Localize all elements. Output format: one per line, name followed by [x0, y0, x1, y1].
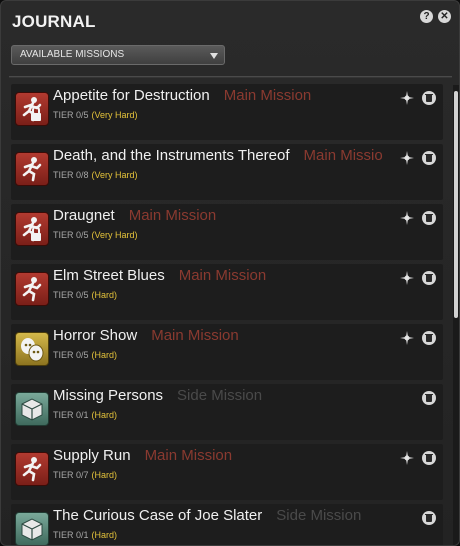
runner-glyph: [22, 457, 42, 482]
mission-difficulty: (Hard): [91, 290, 118, 300]
journal-title: JOURNAL: [12, 12, 96, 31]
mission-name: Horror Show Main Mission: [53, 327, 239, 344]
mission-title: Horror Show: [53, 327, 138, 344]
mission-tier-label: TIER 0/1: [53, 530, 89, 540]
side-mission-icon: [15, 512, 49, 545]
mission-name: Draugnet Main Mission: [53, 207, 216, 224]
mission-difficulty: (Very Hard): [91, 170, 138, 180]
track-mission-icon[interactable]: [399, 150, 415, 166]
mission-tier: TIER 0/5 (Very Hard): [53, 230, 138, 240]
mission-row[interactable]: Supply Run Main Mission TIER 0/7 (Hard): [11, 444, 443, 500]
runner-glyph: [22, 277, 42, 302]
abandon-mission-icon[interactable]: [422, 331, 436, 345]
lock-glyph: [31, 106, 41, 121]
main-mission-icon: [15, 452, 49, 486]
mission-type: Side Mission: [177, 387, 263, 404]
mission-title: Missing Persons: [53, 387, 164, 404]
side-mission-icon: [15, 392, 49, 426]
mission-filter-dropdown[interactable]: AVAILABLE MISSIONS: [11, 45, 225, 65]
abandon-mission-icon[interactable]: [422, 91, 436, 105]
abandon-mission-icon[interactable]: [422, 511, 436, 525]
mission-type: Main Mission: [151, 327, 239, 344]
mission-tier: TIER 0/1 (Hard): [53, 530, 117, 540]
mission-type: Main Mission: [178, 267, 267, 284]
mission-filter-value: AVAILABLE MISSIONS: [20, 49, 125, 60]
mission-title: Supply Run: [53, 447, 131, 464]
mission-difficulty: (Hard): [91, 530, 118, 540]
abandon-mission-icon[interactable]: [422, 211, 436, 225]
chevron-down-icon: [210, 53, 218, 59]
mission-tier-label: TIER 0/5: [53, 290, 89, 300]
mission-tier-label: TIER 0/8: [53, 170, 89, 180]
mission-list: Appetite for Destruction Main Mission TIER…: [11, 84, 443, 545]
mission-difficulty: (Hard): [91, 470, 118, 480]
mission-name: Death, and the Instruments Thereof Main M…: [53, 147, 383, 164]
mission-difficulty: (Hard): [91, 350, 118, 360]
mission-title: Death, and the Instruments Thereof: [53, 147, 290, 164]
mission-row[interactable]: The Curious Case of Joe Slater Side Missi…: [11, 504, 443, 545]
mission-tier-label: TIER 0/1: [53, 410, 89, 420]
track-mission-icon[interactable]: [399, 90, 415, 106]
masks-glyph: [21, 338, 44, 362]
mission-title: Elm Street Blues: [53, 267, 165, 284]
abandon-mission-icon[interactable]: [422, 271, 436, 285]
abandon-mission-icon[interactable]: [422, 151, 436, 165]
mission-name: Supply Run Main Mission: [53, 447, 232, 464]
help-icon[interactable]: ?: [420, 10, 433, 23]
mission-title: Appetite for Destruction: [53, 87, 210, 104]
main-mission-locked-icon: [15, 92, 49, 126]
mission-tier: TIER 0/8 (Very Hard): [53, 170, 138, 180]
mission-name: The Curious Case of Joe Slater Side Missi…: [53, 507, 361, 524]
crate-glyph: [21, 518, 43, 541]
mission-type: Main Mission: [144, 447, 233, 464]
mission-difficulty: (Very Hard): [91, 110, 138, 120]
main-mission-locked-icon: [15, 212, 49, 246]
crate-glyph: [21, 398, 43, 421]
mission-type: Main Mission: [128, 207, 217, 224]
mission-tier: TIER 0/7 (Hard): [53, 470, 117, 480]
mission-tier-label: TIER 0/5: [53, 110, 89, 120]
mission-difficulty: (Hard): [91, 410, 118, 420]
runner-glyph: [22, 157, 42, 182]
mission-type: Main Mission: [223, 87, 312, 104]
main-mission-icon: [15, 152, 49, 186]
mission-type: Main Missio: [303, 147, 383, 164]
mission-type: Side Mission: [276, 507, 362, 524]
mission-name: Elm Street Blues Main Mission: [53, 267, 266, 284]
mission-title: Draugnet: [53, 207, 115, 224]
gold-mission-icon: [15, 332, 49, 366]
mission-row[interactable]: Death, and the Instruments Thereof Main M…: [11, 144, 443, 200]
mission-row[interactable]: Elm Street Blues Main Mission TIER 0/5 (Har…: [11, 264, 443, 320]
mission-tier: TIER 0/1 (Hard): [53, 410, 117, 420]
mission-tier-label: TIER 0/5: [53, 230, 89, 240]
mission-difficulty: (Very Hard): [91, 230, 138, 240]
mission-title: The Curious Case of Joe Slater: [53, 507, 263, 524]
scrollbar-thumb[interactable]: [454, 91, 458, 318]
mission-row[interactable]: Horror Show Main Mission TIER 0/5 (Hard): [11, 324, 443, 380]
track-mission-icon[interactable]: [399, 270, 415, 286]
mission-tier: TIER 0/5 (Hard): [53, 290, 117, 300]
track-mission-icon[interactable]: [399, 210, 415, 226]
mission-row[interactable]: Missing Persons Side Mission TIER 0/1 (Hard…: [11, 384, 443, 440]
track-mission-icon[interactable]: [399, 450, 415, 466]
mission-tier-label: TIER 0/7: [53, 470, 89, 480]
mission-row[interactable]: Draugnet Main Mission TIER 0/5 (Very Hard): [11, 204, 443, 260]
track-mission-icon[interactable]: [399, 330, 415, 346]
abandon-mission-icon[interactable]: [422, 451, 436, 465]
lock-glyph: [31, 226, 41, 241]
abandon-mission-icon[interactable]: [422, 391, 436, 405]
mission-tier: TIER 0/5 (Hard): [53, 350, 117, 360]
mission-name: Appetite for Destruction Main Mission: [53, 87, 311, 104]
mission-name: Missing Persons Side Mission: [53, 387, 262, 404]
divider: [9, 76, 452, 78]
mission-tier: TIER 0/5 (Very Hard): [53, 110, 138, 120]
main-mission-icon: [15, 272, 49, 306]
mission-tier-label: TIER 0/5: [53, 350, 89, 360]
close-icon[interactable]: ✕: [438, 10, 451, 23]
journal-window: JOURNAL ? ✕ AVAILABLE MISSIONS Appetite …: [0, 0, 460, 546]
mission-row[interactable]: Appetite for Destruction Main Mission TIER…: [11, 84, 443, 140]
